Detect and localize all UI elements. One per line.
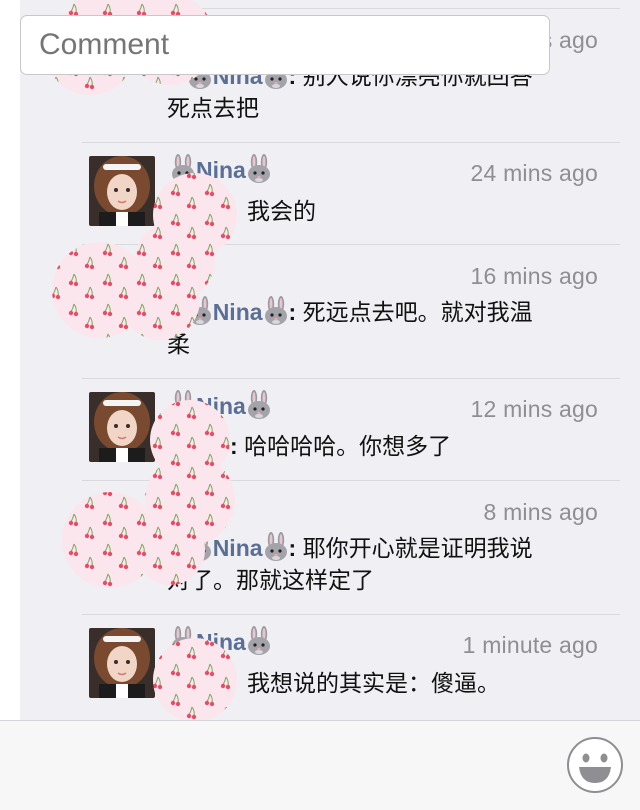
cherry-pattern-overlay bbox=[45, 0, 237, 720]
smiley-face-icon bbox=[567, 737, 623, 793]
comment-composer bbox=[0, 720, 640, 810]
emoji-button[interactable] bbox=[566, 736, 624, 794]
cherry-blob bbox=[52, 173, 237, 340]
comment-input[interactable] bbox=[20, 15, 550, 75]
cherry-blob bbox=[153, 638, 237, 720]
cherry-blob bbox=[62, 400, 235, 588]
